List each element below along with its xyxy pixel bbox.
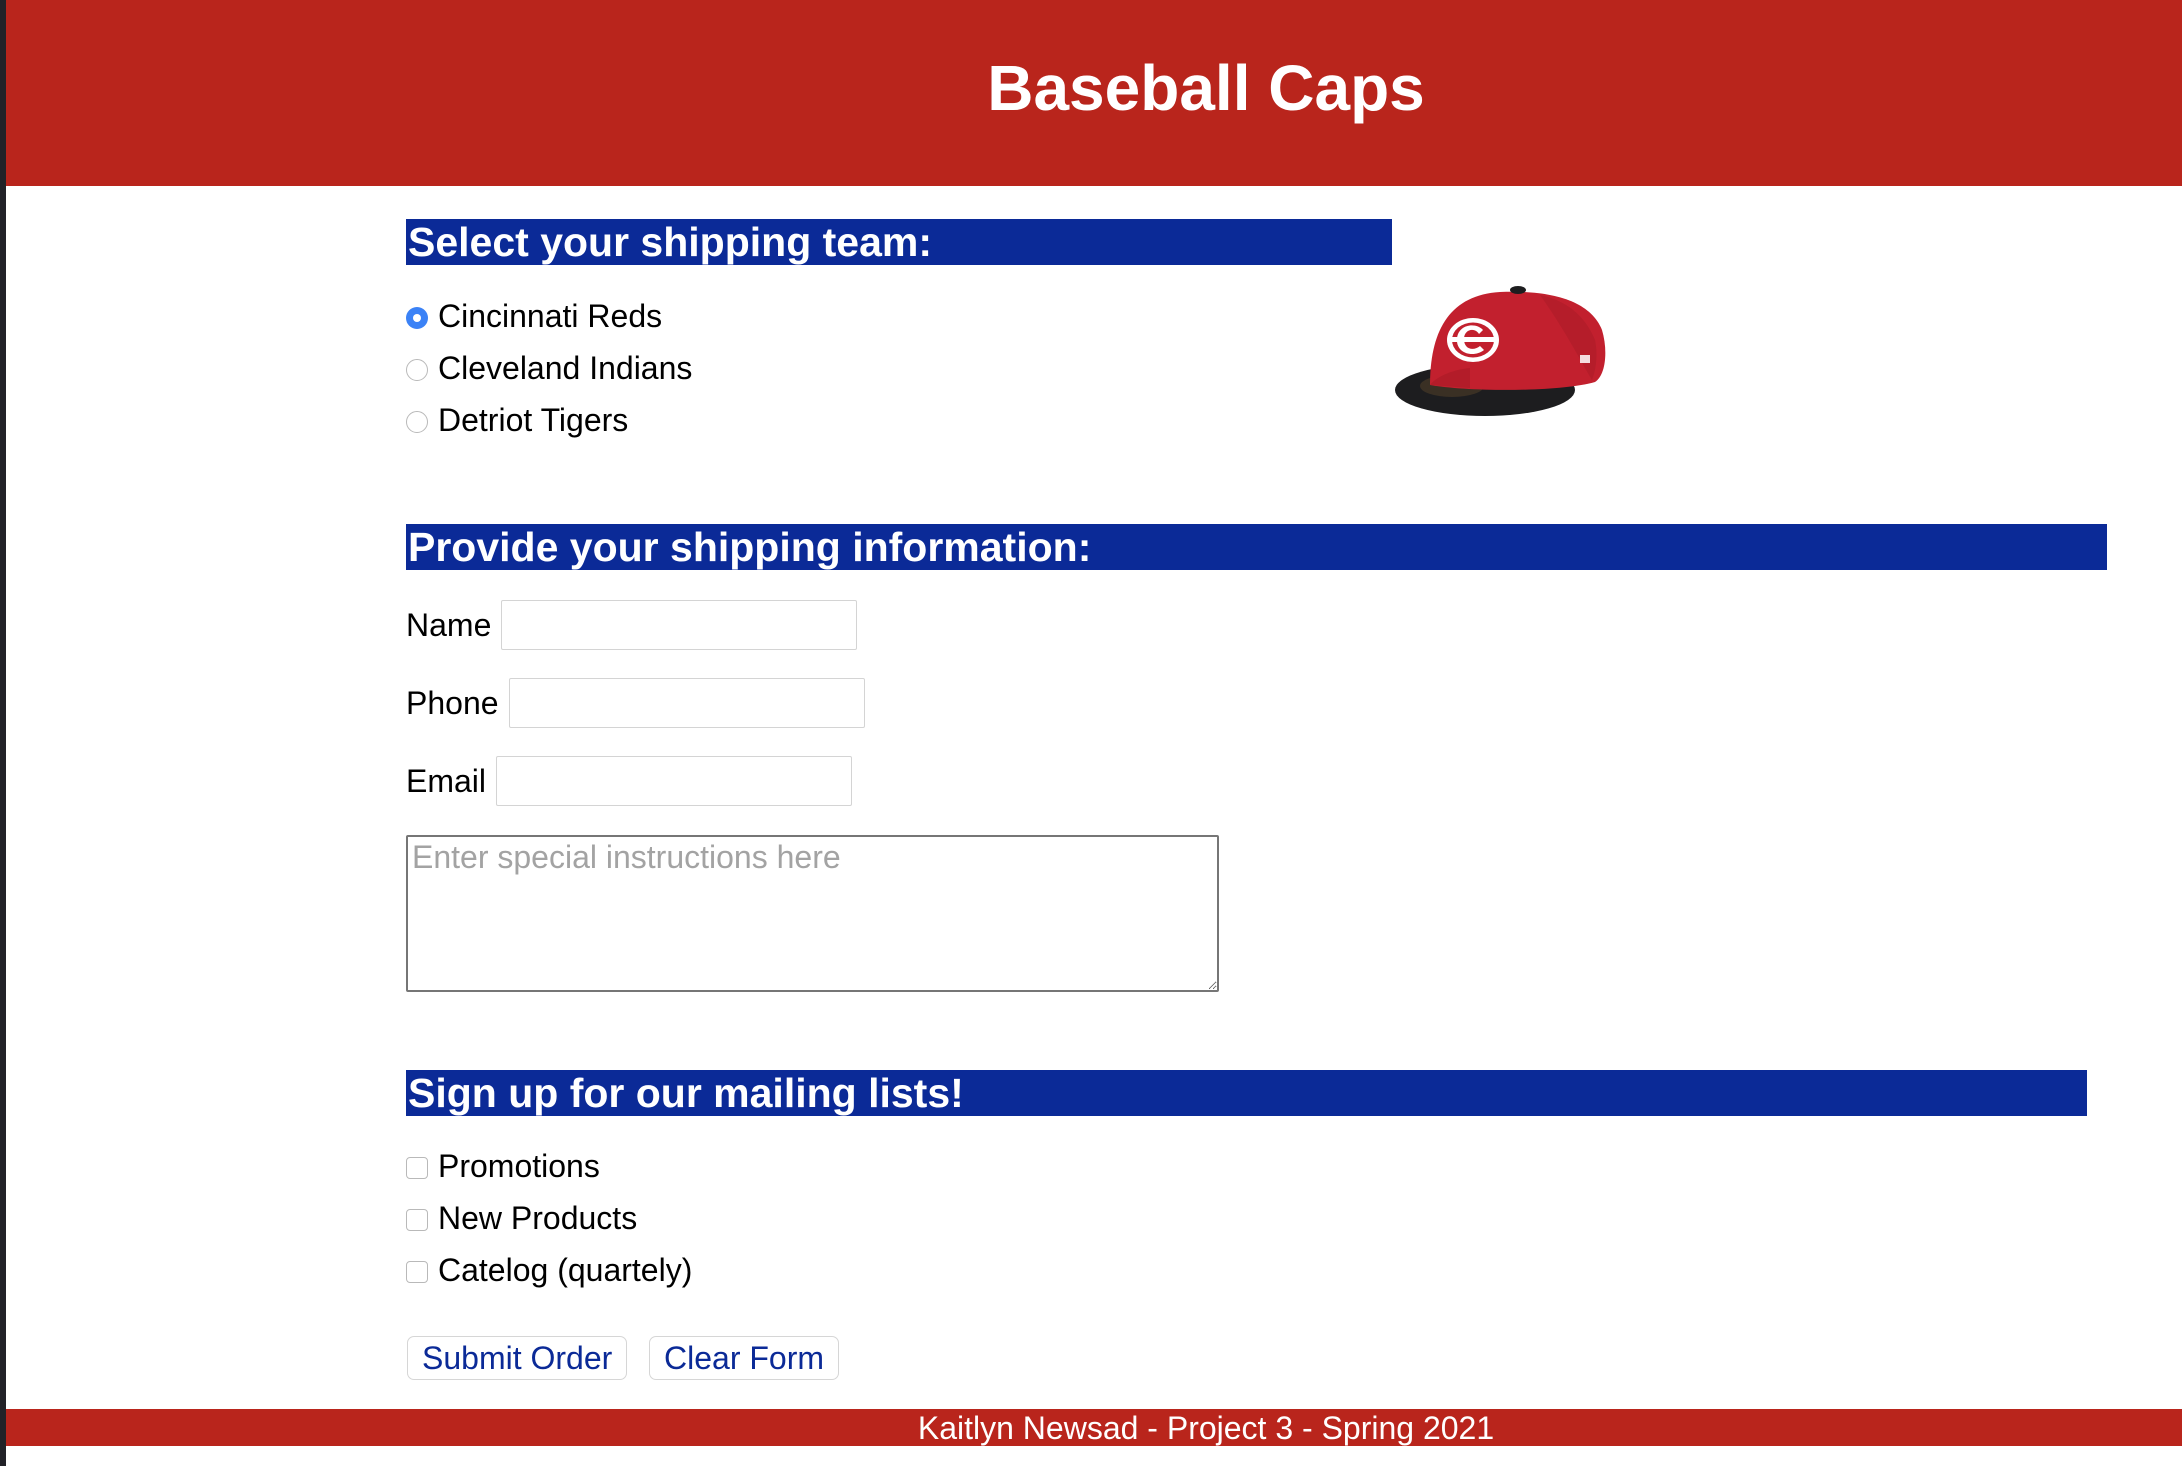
shipping-section-heading: Provide your shipping information: xyxy=(406,524,2107,570)
clear-form-button[interactable]: Clear Form xyxy=(649,1336,840,1380)
page-footer: Kaitlyn Newsad - Project 3 - Spring 2021 xyxy=(6,1409,2182,1446)
mailing-option-label: Promotions xyxy=(438,1147,600,1184)
mailing-section-heading: Sign up for our mailing lists! xyxy=(406,1070,2087,1116)
name-field[interactable] xyxy=(501,600,858,650)
team-option-detroit-tigers[interactable]: Detriot Tigers xyxy=(406,400,628,440)
baseball-cap-icon xyxy=(1395,286,1606,416)
radio-unselected-icon[interactable] xyxy=(406,359,428,381)
radio-selected-icon[interactable] xyxy=(406,307,428,329)
team-option-cleveland-indians[interactable]: Cleveland Indians xyxy=(406,348,692,388)
mailing-option-catalog[interactable]: Catelog (quartely) xyxy=(406,1250,692,1290)
checkbox-icon[interactable] xyxy=(406,1261,428,1283)
footer-text: Kaitlyn Newsad - Project 3 - Spring 2021 xyxy=(917,1410,1495,1446)
phone-row: Phone xyxy=(406,677,865,729)
name-row: Name xyxy=(406,599,858,651)
team-option-label: Detriot Tigers xyxy=(438,401,629,438)
checkbox-icon[interactable] xyxy=(406,1157,428,1179)
email-row: Email xyxy=(406,755,853,807)
page: Baseball Caps Select your shipping team:… xyxy=(6,0,2182,1466)
team-option-cincinnati-reds[interactable]: Cincinnati Reds xyxy=(406,296,662,336)
special-instructions-textarea[interactable] xyxy=(406,835,1219,992)
email-label: Email xyxy=(406,762,487,799)
radio-unselected-icon[interactable] xyxy=(406,411,428,433)
mailing-option-label: Catelog (quartely) xyxy=(438,1251,693,1288)
mailing-option-new-products[interactable]: New Products xyxy=(406,1198,637,1238)
submit-order-button[interactable]: Submit Order xyxy=(407,1336,628,1380)
checkbox-icon[interactable] xyxy=(406,1209,428,1231)
team-option-label: Cincinnati Reds xyxy=(438,297,663,334)
mailing-option-promotions[interactable]: Promotions xyxy=(406,1146,600,1186)
team-option-label: Cleveland Indians xyxy=(438,349,693,386)
email-field[interactable] xyxy=(496,756,853,806)
mailing-option-label: New Products xyxy=(438,1199,638,1236)
name-label: Name xyxy=(406,606,492,643)
page-title: Baseball Caps xyxy=(987,52,1425,124)
team-section-heading: Select your shipping team: xyxy=(406,219,1392,265)
phone-field[interactable] xyxy=(508,678,865,728)
page-header: Baseball Caps xyxy=(6,0,2182,186)
phone-label: Phone xyxy=(406,684,499,721)
